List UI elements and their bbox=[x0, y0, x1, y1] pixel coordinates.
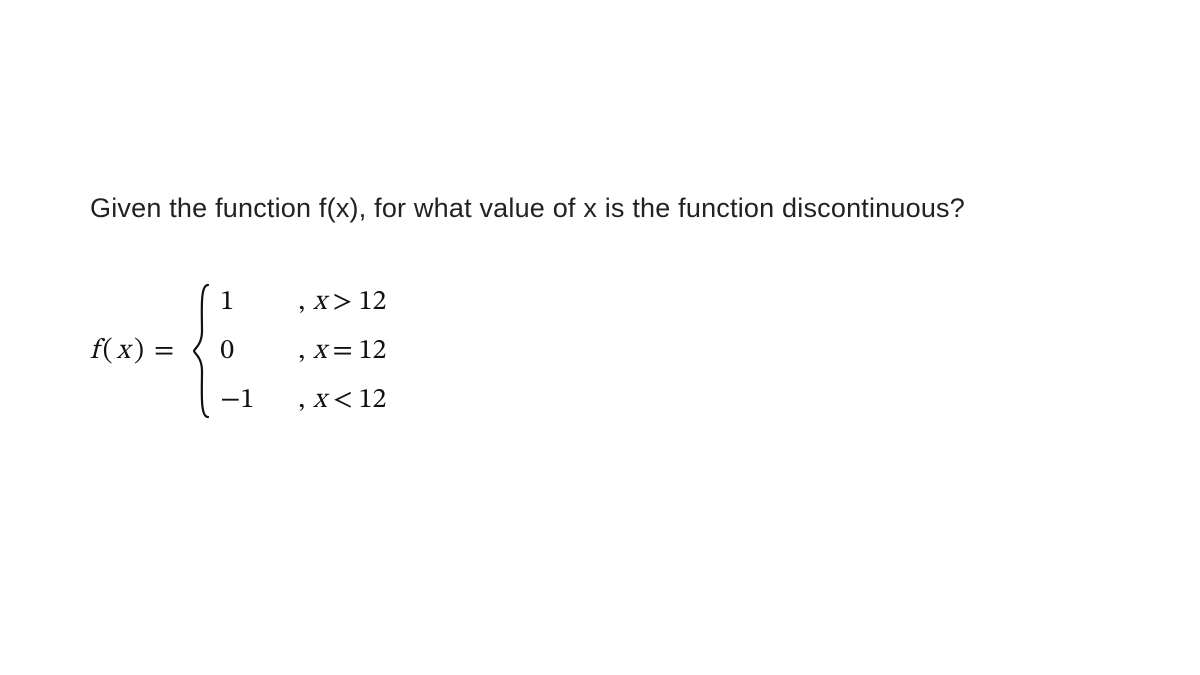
equals-sign: = bbox=[154, 334, 174, 369]
case-3-comma: , bbox=[298, 383, 305, 418]
case-1-rhs: 12 bbox=[359, 285, 387, 320]
case-1-value: 1 bbox=[220, 285, 260, 320]
lhs-close-paren: ) bbox=[134, 334, 144, 369]
case-3-value: −1 bbox=[220, 383, 260, 418]
lhs-f-of-x: f ( x ) = bbox=[90, 334, 180, 369]
cases-grid: 1 , x > 12 0 , x = 12 −1 , x bbox=[220, 285, 386, 418]
case-1-comma: , bbox=[298, 285, 305, 320]
piecewise-definition: f ( x ) = 1 , x > 12 0 , x bbox=[90, 281, 1110, 421]
cases-brace-wrap: 1 , x > 12 0 , x = 12 −1 , x bbox=[190, 281, 386, 421]
lhs-open-paren: ( bbox=[103, 334, 113, 369]
case-1-rel: > bbox=[333, 285, 353, 320]
case-3-var: x bbox=[313, 383, 326, 418]
case-3-rel: < bbox=[333, 383, 353, 418]
case-1-condition: , x > 12 bbox=[298, 285, 386, 320]
left-brace-icon bbox=[190, 281, 214, 421]
case-1-var: x bbox=[313, 285, 326, 320]
case-2-condition: , x = 12 bbox=[298, 334, 386, 369]
lhs-f: f bbox=[90, 334, 99, 369]
case-2-rel: = bbox=[333, 334, 353, 369]
case-3-condition: , x < 12 bbox=[298, 383, 386, 418]
case-2-rhs: 12 bbox=[359, 334, 387, 369]
case-2-value: 0 bbox=[220, 334, 260, 369]
lhs-x: x bbox=[117, 334, 130, 369]
page: Given the function f(x), for what value … bbox=[0, 0, 1200, 675]
case-2-var: x bbox=[313, 334, 326, 369]
question-text: Given the function f(x), for what value … bbox=[90, 190, 1110, 226]
case-2-comma: , bbox=[298, 334, 305, 369]
case-3-rhs: 12 bbox=[359, 383, 387, 418]
